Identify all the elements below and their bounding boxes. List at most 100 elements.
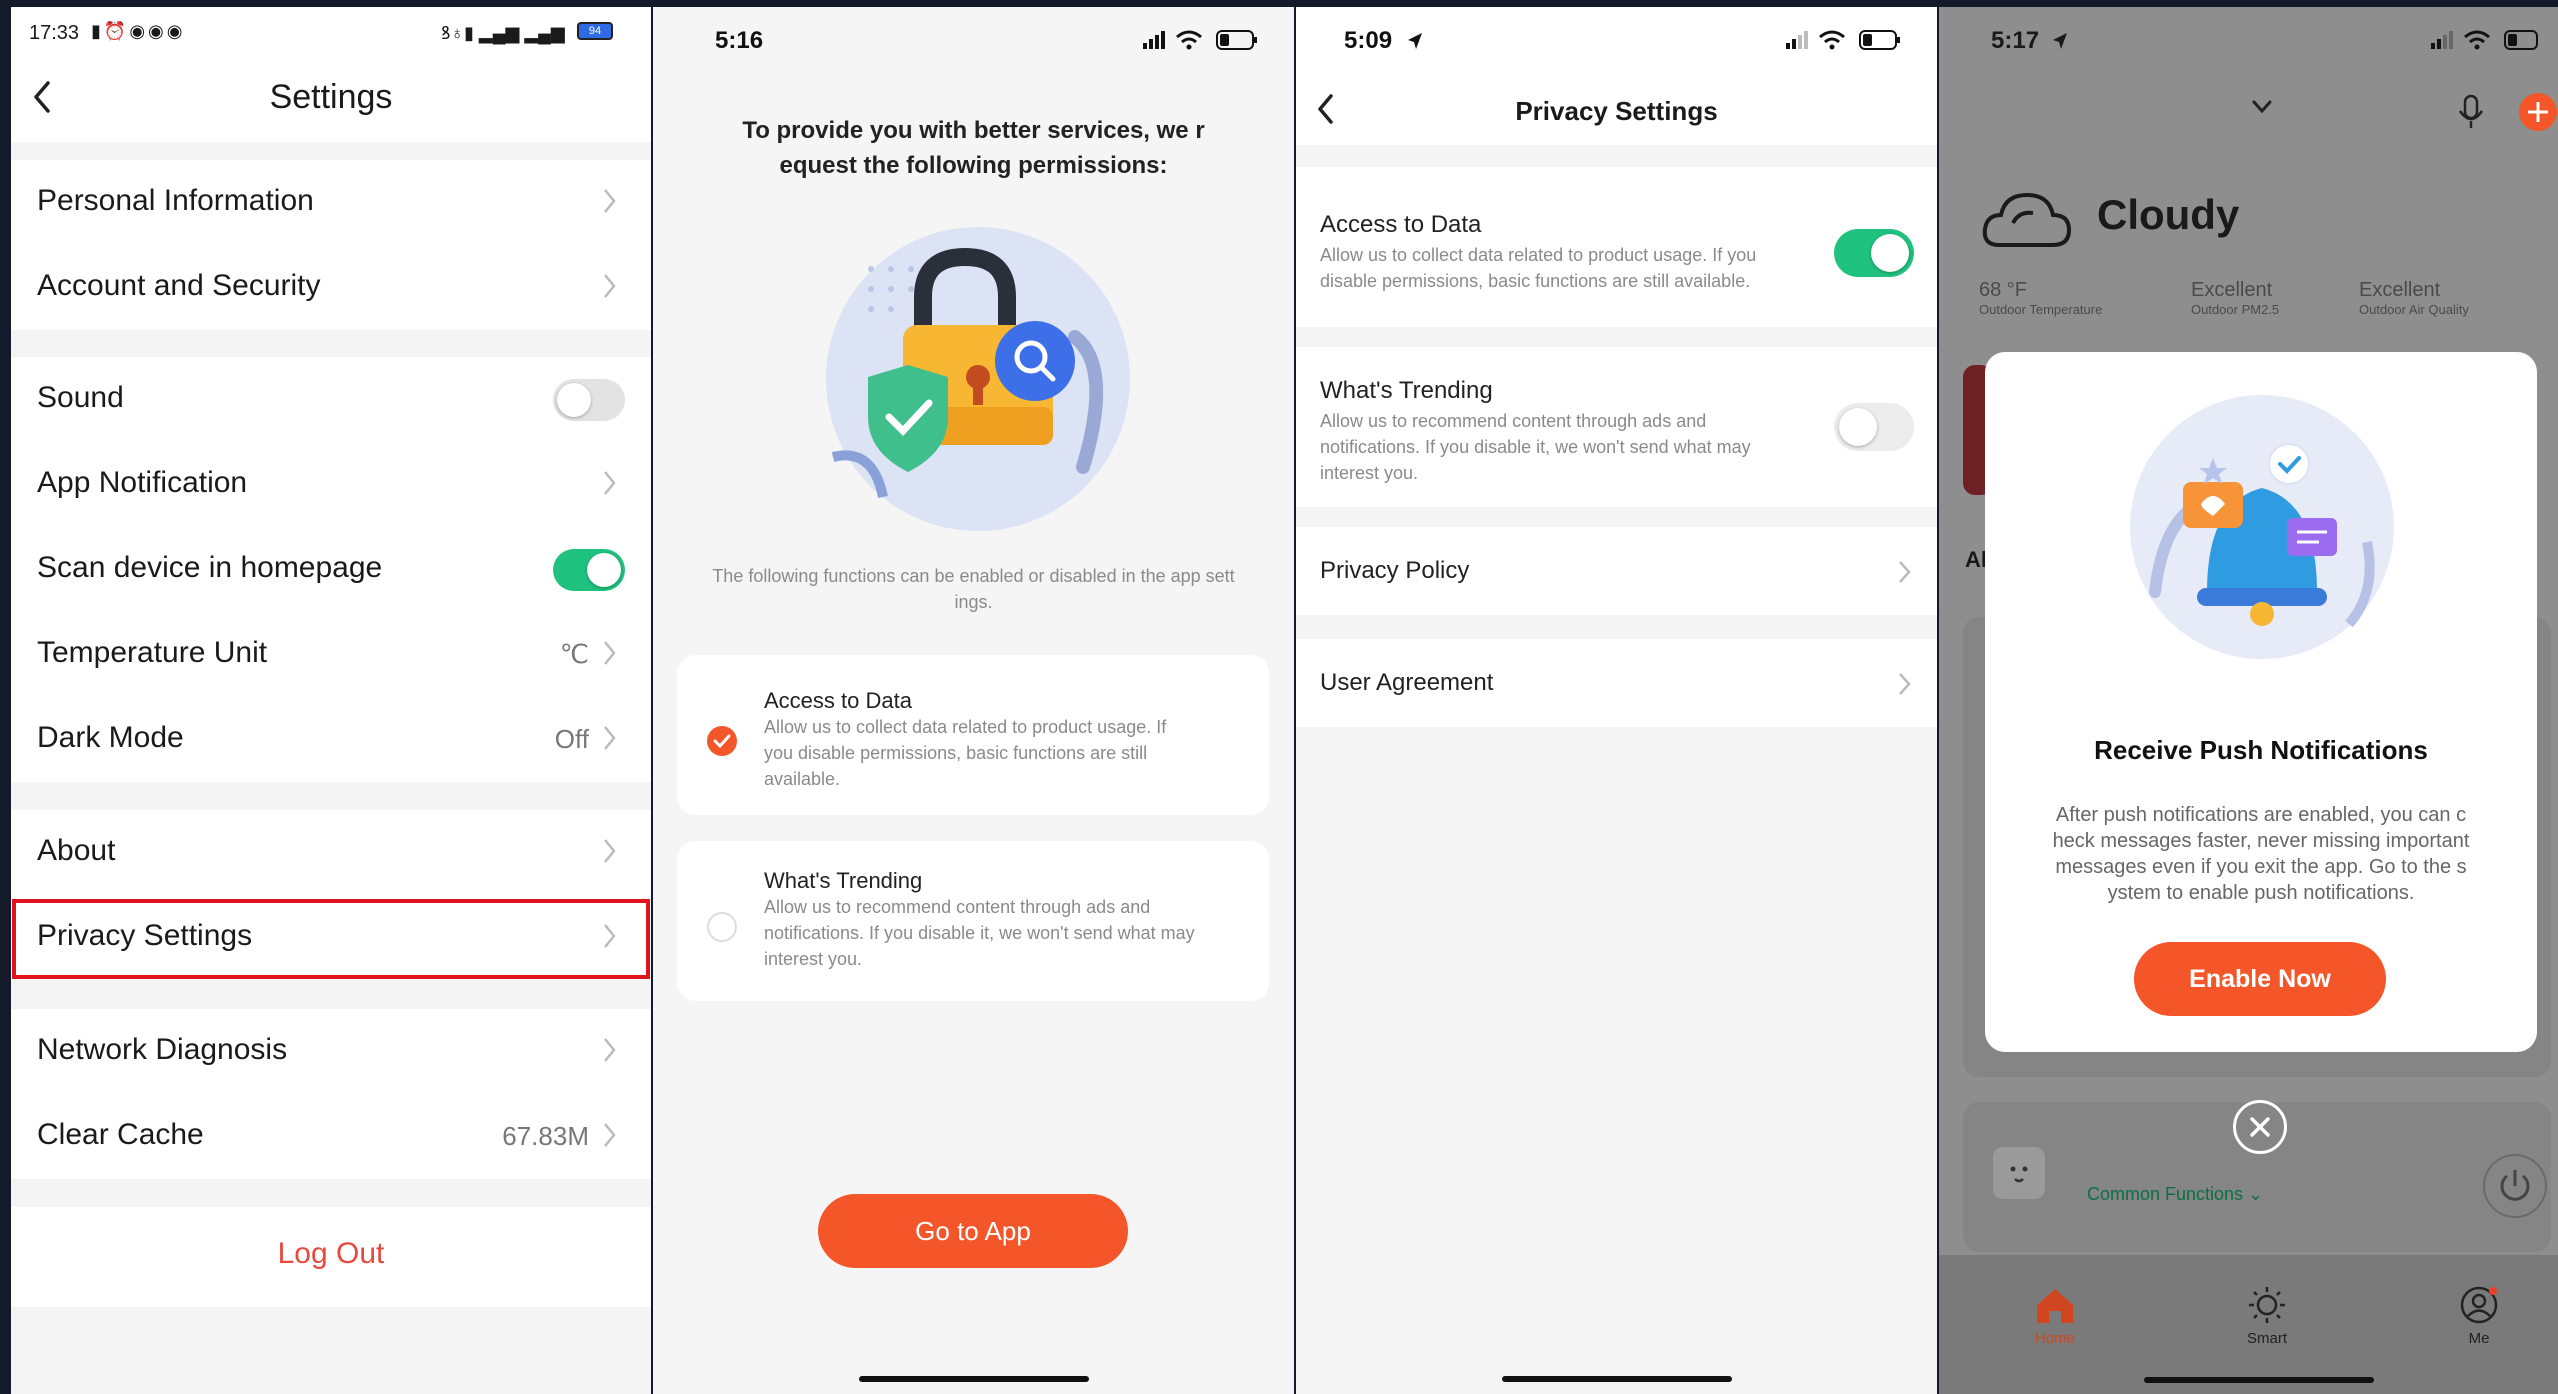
status-icons: ▮⏰◉◉◉ xyxy=(91,21,186,41)
link-label: Privacy Policy xyxy=(1320,557,1470,584)
home-screen: 5:17 Cloudy 68 °F Outdoor Temperature Ex… xyxy=(1939,7,2558,1394)
permission-card-trending[interactable]: What's Trending Allow us to recommend co… xyxy=(677,841,1269,1001)
row-account-security[interactable]: Account and Security xyxy=(11,245,651,330)
go-to-app-button[interactable]: Go to App xyxy=(818,1194,1128,1268)
chevron-right-icon xyxy=(604,839,616,863)
nav-home[interactable]: Home xyxy=(2015,1285,2095,1347)
checkbox-checked-icon[interactable] xyxy=(707,726,737,756)
setting-trending: What's Trending Allow us to recommend co… xyxy=(1296,347,1937,507)
chevron-right-icon xyxy=(604,726,616,750)
privacy-policy-link[interactable]: Privacy Policy xyxy=(1296,527,1937,615)
group-account: Personal Information Account and Securit… xyxy=(11,160,651,330)
lock-illustration xyxy=(826,227,1130,531)
header: 5:09 Privacy Settings xyxy=(1296,7,1937,145)
access-data-toggle[interactable] xyxy=(1834,229,1914,277)
bell-illustration xyxy=(2130,395,2394,659)
cloudy-icon xyxy=(1982,192,2072,247)
row-dark-mode[interactable]: Dark Mode Off xyxy=(11,697,651,782)
close-modal-icon[interactable] xyxy=(2233,1100,2287,1154)
chevron-right-icon xyxy=(604,1038,616,1062)
status-time: 5:09 xyxy=(1344,27,1393,54)
row-personal-information[interactable]: Personal Information xyxy=(11,160,651,245)
status-time: 17:33 xyxy=(29,22,80,44)
link-label: User Agreement xyxy=(1320,669,1494,696)
row-clear-cache[interactable]: Clear Cache 67.83M xyxy=(11,1094,651,1179)
group-tools: Network Diagnosis Clear Cache 67.83M xyxy=(11,1009,651,1179)
status-bar: 17:33 ▮⏰◉◉◉ ꝸ♁▮ ▂▄▆ ▂▄▆ 94 xyxy=(11,7,651,52)
user-agreement-link[interactable]: User Agreement xyxy=(1296,639,1937,727)
row-sound: Sound xyxy=(11,357,651,442)
home-indicator xyxy=(1502,1376,1732,1382)
trending-toggle[interactable] xyxy=(1834,403,1914,451)
settings-screen: 17:33 ▮⏰◉◉◉ ꝸ♁▮ ▂▄▆ ▂▄▆ 94 Settings Pers… xyxy=(11,7,651,1394)
location-arrow-icon xyxy=(2053,33,2067,49)
section-label-partial: Al xyxy=(1965,547,1987,572)
row-label: Clear Cache xyxy=(37,1118,204,1151)
row-network-diagnosis[interactable]: Network Diagnosis xyxy=(11,1009,651,1094)
smart-plug-icon[interactable] xyxy=(1993,1147,2045,1199)
nav-me[interactable]: Me xyxy=(2439,1285,2519,1347)
highlight-box xyxy=(12,899,650,979)
logout-group: Log Out xyxy=(11,1207,651,1307)
row-value: 67.83M xyxy=(502,1121,589,1151)
row-label: App Notification xyxy=(37,466,248,499)
chevron-down-icon[interactable] xyxy=(2251,99,2273,115)
header: Settings xyxy=(11,52,651,142)
status-icons xyxy=(2431,30,2538,50)
row-label: Account and Security xyxy=(37,269,321,302)
home-icon xyxy=(2037,1289,2073,1323)
home-indicator xyxy=(859,1376,1089,1382)
privacy-settings-screen: 5:09 Privacy Settings Access to Data All… xyxy=(1296,7,1937,1394)
setting-title: Access to Data xyxy=(1320,211,1482,238)
chevron-right-icon xyxy=(604,274,616,298)
permissions-screen: 5:16 To provide you with better services… xyxy=(653,7,1294,1394)
chevron-right-icon xyxy=(1899,561,1911,583)
setting-description: Allow us to recommend content through ad… xyxy=(1320,411,1751,483)
stat-pm25: Excellent Outdoor PM2.5 xyxy=(2191,279,2280,317)
row-value: ℃ xyxy=(559,639,589,669)
scan-device-toggle[interactable] xyxy=(553,549,625,591)
status-time: 5:16 xyxy=(715,27,764,54)
status-icons xyxy=(1143,30,1257,50)
sound-toggle[interactable] xyxy=(553,379,625,421)
enable-now-button[interactable]: Enable Now xyxy=(2134,942,2386,1016)
row-label: Network Diagnosis xyxy=(37,1033,288,1066)
row-about[interactable]: About xyxy=(11,810,651,895)
setting-title: What's Trending xyxy=(1320,377,1493,404)
nav-smart[interactable]: Smart xyxy=(2227,1285,2307,1347)
status-icons xyxy=(1786,30,1900,50)
row-temperature-unit[interactable]: Temperature Unit ℃ xyxy=(11,612,651,697)
chevron-right-icon xyxy=(604,471,616,495)
common-functions-dropdown[interactable]: Common Functions ⌄ xyxy=(2087,1184,2263,1205)
chevron-right-icon xyxy=(604,641,616,665)
row-app-notification[interactable]: App Notification xyxy=(11,442,651,527)
page-title: Settings xyxy=(269,78,393,116)
permission-card-data[interactable]: Access to Data Allow us to collect data … xyxy=(677,655,1269,815)
card-description: Allow us to recommend content through ad… xyxy=(764,897,1195,969)
setting-description: Allow us to collect data related to prod… xyxy=(1320,245,1757,291)
chevron-right-icon xyxy=(604,1123,616,1147)
location-arrow-icon xyxy=(1408,33,1422,49)
battery-icon: 94 xyxy=(577,22,613,40)
microphone-icon[interactable] xyxy=(2456,93,2486,131)
weather-condition: Cloudy xyxy=(2097,191,2240,238)
stat-temperature: 68 °F Outdoor Temperature xyxy=(1979,279,2103,317)
bottom-nav: Home Smart Me xyxy=(1939,1255,2558,1394)
page-title: Privacy Settings xyxy=(1515,96,1718,126)
permissions-note: The following functions can be enabled o… xyxy=(712,566,1235,612)
row-label: Personal Information xyxy=(37,184,314,217)
row-value: Off xyxy=(554,724,589,754)
power-icon[interactable] xyxy=(2483,1154,2547,1218)
row-scan-device: Scan device in homepage xyxy=(11,527,651,612)
card-description: Allow us to collect data related to prod… xyxy=(764,717,1167,789)
stat-air-quality: Excellent Outdoor Air Quality xyxy=(2359,279,2469,317)
add-icon[interactable] xyxy=(2519,93,2557,131)
checkbox-unchecked-icon[interactable] xyxy=(707,912,737,942)
status-time: 5:17 xyxy=(1991,27,2040,54)
row-label: Sound xyxy=(37,381,124,414)
logout-button[interactable]: Log Out xyxy=(11,1237,651,1271)
row-label: Temperature Unit xyxy=(37,636,268,669)
group-preferences: Sound App Notification Scan device in ho… xyxy=(11,357,651,782)
modal-message: After push notifications are enabled, yo… xyxy=(2052,804,2470,904)
home-indicator xyxy=(2144,1377,2374,1383)
